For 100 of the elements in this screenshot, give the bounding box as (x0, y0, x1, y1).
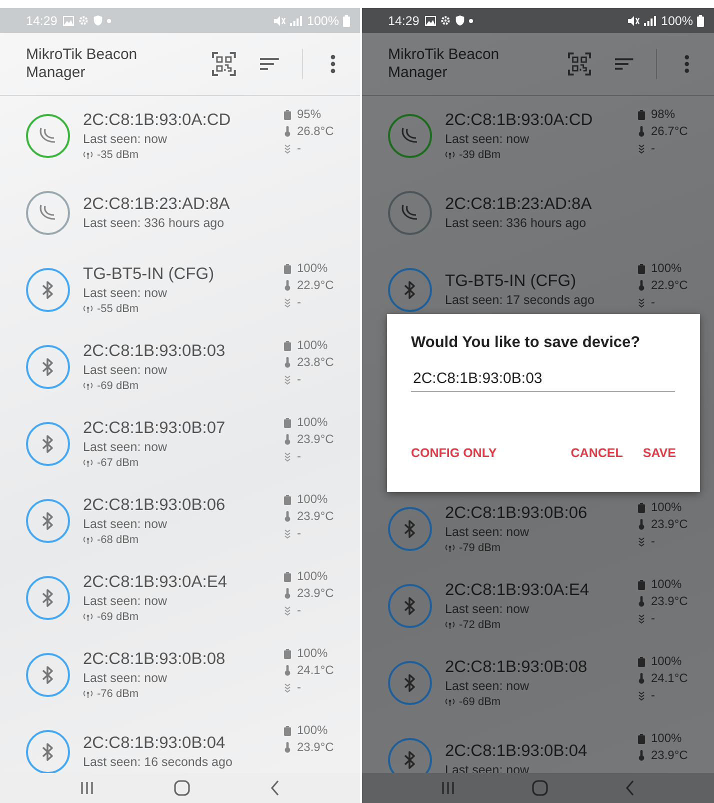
crescent-icon (38, 204, 58, 222)
qr-code-icon[interactable] (212, 52, 236, 76)
dialog-button[interactable]: CONFIG ONLY (411, 442, 497, 464)
device-name: 2C:C8:1B:93:0A:CD (445, 110, 594, 130)
antenna-icon (83, 536, 93, 544)
device-name: 2C:C8:1B:93:0B:04 (445, 740, 588, 762)
recent-apps-icon[interactable] (440, 781, 455, 795)
last-seen-text: Last seen: 16 seconds ago (83, 754, 234, 770)
motion-value: - (651, 141, 655, 156)
antenna-icon (83, 382, 93, 390)
dialog-title: Would You like to save device? (411, 334, 642, 352)
antenna-icon (83, 612, 93, 620)
gear-icon (440, 15, 452, 26)
shield-icon (455, 15, 466, 26)
chevrons-down-icon (638, 614, 645, 624)
chevrons-down-icon (284, 452, 291, 462)
chevrons-down-icon (638, 536, 645, 546)
chevrons-down-icon (284, 298, 291, 308)
thermometer-icon (284, 742, 291, 753)
device-name: TG-BT5-IN (CFG) (445, 270, 578, 292)
battery-icon (284, 726, 291, 736)
battery-icon (638, 110, 645, 120)
device-row[interactable]: 2C:C8:1B:93:0B:08 Last seen: now -76 dBm 100% 24.1°C - (0, 636, 360, 713)
home-icon[interactable] (532, 780, 548, 796)
last-seen-text: Last seen: now (445, 600, 530, 618)
motion-value: - (297, 449, 301, 464)
chevrons-down-icon (638, 298, 645, 308)
signal-strength: -55 dBm (97, 302, 139, 316)
battery-icon (284, 418, 291, 428)
last-seen-text: Last seen: now (83, 516, 168, 532)
last-seen-text: Last seen: now (83, 592, 168, 610)
temperature: 23.8°C (297, 355, 334, 370)
battery-icon (638, 734, 645, 744)
dialog-button[interactable]: SAVE (642, 442, 676, 464)
chevrons-down-icon (284, 606, 291, 616)
battery-level: 100% (297, 569, 328, 584)
temperature: 23.9°C (651, 748, 688, 763)
motion-value: - (297, 141, 301, 156)
back-icon[interactable] (270, 780, 280, 796)
thermometer-icon (638, 596, 645, 607)
more-options-icon[interactable] (330, 54, 336, 74)
antenna-icon (83, 458, 93, 466)
device-row[interactable]: 2C:C8:1B:93:0A:CD Last seen: now -35 dBm 95% 26.8°C - (0, 97, 360, 174)
recent-apps-icon[interactable] (80, 781, 94, 795)
sort-icon[interactable] (615, 57, 634, 71)
thermometer-icon (284, 511, 291, 522)
device-row[interactable]: 2C:C8:1B:93:0A:E4 Last seen: now -72 dBm 100% 23.9°C - (362, 567, 714, 644)
qr-code-icon[interactable] (568, 52, 592, 76)
mute-icon (274, 16, 286, 26)
battery-level: 98% (651, 107, 676, 122)
antenna-icon (83, 304, 93, 312)
device-row[interactable]: 2C:C8:1B:23:AD:8A Last seen: 336 hours ago (0, 174, 360, 251)
temperature: 23.9°C (297, 432, 334, 447)
bluetooth-icon (404, 596, 416, 616)
bluetooth-icon (42, 664, 54, 684)
motion-value: - (297, 603, 301, 618)
device-row[interactable]: 2C:C8:1B:93:0B:07 Last seen: now -67 dBm 100% 23.9°C - (0, 405, 360, 482)
bluetooth-icon (404, 750, 416, 770)
device-row[interactable]: 2C:C8:1B:93:0B:08 Last seen: now -69 dBm 100% 24.1°C - (362, 644, 714, 721)
more-options-icon[interactable] (684, 54, 690, 74)
battery-level: 100% (651, 500, 682, 515)
device-name: 2C:C8:1B:93:0B:06 (445, 502, 588, 524)
antenna-icon (445, 620, 455, 628)
device-name: 2C:C8:1B:93:0A:E4 (83, 572, 228, 592)
bluetooth-icon (42, 742, 54, 762)
motion-value: - (651, 611, 655, 626)
motion-value: - (297, 526, 301, 541)
device-name: TG-BT5-IN (CFG) (83, 264, 216, 284)
chevrons-down-icon (284, 374, 291, 384)
device-name: 2C:C8:1B:93:0A:E4 (445, 580, 590, 600)
battery-icon (284, 648, 291, 658)
bluetooth-icon (404, 280, 416, 300)
dialog-button[interactable]: CANCEL (570, 442, 623, 464)
device-row[interactable]: 2C:C8:1B:23:AD:8A Last seen: 336 hours ago (362, 174, 714, 251)
temperature: 23.9°C (297, 509, 334, 524)
sort-icon[interactable] (260, 57, 280, 71)
device-row[interactable]: 2C:C8:1B:93:0A:E4 Last seen: now -69 dBm 100% 23.9°C - (0, 559, 360, 636)
device-row[interactable]: 2C:C8:1B:93:0A:CD Last seen: now -39 dBm 98% 26.7°C - (362, 97, 714, 174)
battery-icon (638, 264, 645, 274)
last-seen-text: Last seen: now (445, 524, 530, 540)
back-icon[interactable] (625, 780, 636, 796)
bluetooth-icon (42, 588, 54, 608)
app-title: MikroTik Beacon Manager (388, 46, 500, 82)
device-name-field[interactable]: 2C:C8:1B:93:0B:03 (411, 368, 675, 392)
signal-strength: -69 dBm (97, 610, 139, 624)
battery-level: 100% (651, 261, 682, 276)
device-row[interactable]: 2C:C8:1B:93:0B:06 Last seen: now -68 dBm 100% 23.9°C - (0, 482, 360, 559)
app-title: MikroTik Beacon Manager (26, 46, 138, 82)
battery-icon (284, 340, 291, 350)
device-row[interactable]: TG-BT5-IN (CFG) Last seen: 17 seconds ago 100% 22.9°C - (362, 251, 714, 328)
signal-strength: -69 dBm (97, 378, 139, 392)
device-row[interactable]: 2C:C8:1B:93:0B:03 Last seen: now -69 dBm 100% 23.8°C - (0, 328, 360, 405)
bluetooth-icon (404, 518, 416, 538)
signal-strength: -67 dBm (97, 456, 139, 470)
signal-strength: -72 dBm (459, 618, 501, 632)
home-icon[interactable] (174, 780, 190, 796)
antenna-icon (445, 150, 455, 158)
signal-strength: -69 dBm (459, 694, 501, 708)
device-row[interactable]: 2C:C8:1B:93:0B:06 Last seen: now -79 dBm 100% 23.9°C - (362, 490, 714, 567)
device-row[interactable]: TG-BT5-IN (CFG) Last seen: now -55 dBm 100% 22.9°C - (0, 251, 360, 328)
